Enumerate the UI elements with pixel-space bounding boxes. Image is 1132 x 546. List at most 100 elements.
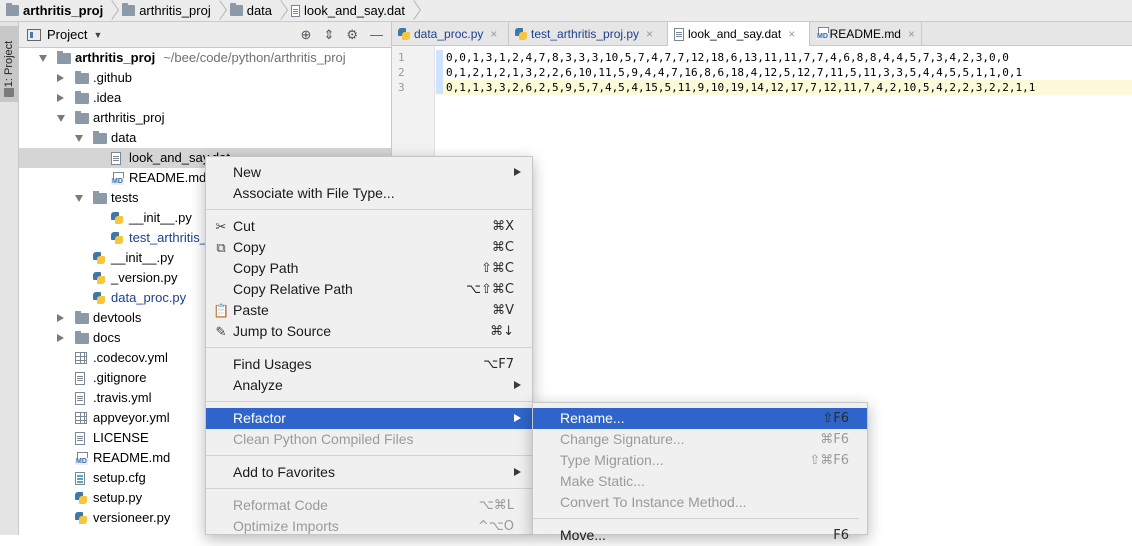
tree-item-name: .gitignore xyxy=(93,370,147,385)
tree-item-name: __init__.py xyxy=(129,210,192,225)
tree-item-label: versioneer.py xyxy=(93,508,170,528)
close-icon[interactable]: × xyxy=(788,27,795,41)
menu-item-new[interactable]: New xyxy=(206,162,532,183)
project-view-icon xyxy=(27,28,41,41)
editor-tab[interactable]: data_proc.py × xyxy=(392,22,509,45)
breadcrumb-separator xyxy=(108,0,116,22)
markdown-file-icon xyxy=(75,452,88,465)
chevron-right-icon[interactable] xyxy=(57,334,64,342)
project-view-selector[interactable]: Project xyxy=(47,27,87,42)
tree-item-label: docs xyxy=(93,328,120,348)
menu-item-label: Reformat Code xyxy=(233,497,328,513)
code-line[interactable]: 0,0,1,3,1,2,4,7,8,3,3,3,10,5,7,4,7,7,12,… xyxy=(446,50,1009,65)
refactor-submenu: Rename... ⇧F6 Change Signature... ⌘F6 Type M… xyxy=(532,402,868,543)
breadcrumb-item[interactable]: data xyxy=(224,0,277,22)
tree-item[interactable]: data xyxy=(19,128,391,148)
menu-item-add-to-favorites[interactable]: Add to Favorites xyxy=(206,462,532,483)
menu-item-label: Cut xyxy=(233,218,255,234)
chevron-down-icon[interactable] xyxy=(57,115,65,122)
python-file-icon xyxy=(75,512,87,524)
file-icon xyxy=(291,4,301,17)
menu-item-rename[interactable]: Rename... ⇧F6 xyxy=(533,408,867,429)
tree-item-name: README.md xyxy=(129,170,207,185)
tree-item-label: README.md xyxy=(129,168,206,188)
tree-item-label: arthritis_proj ~/bee/code/python/arthriti… xyxy=(75,48,346,68)
file-icon xyxy=(75,372,85,385)
menu-item-shortcut: ⌥⇧⌘C xyxy=(466,282,514,297)
close-icon[interactable]: × xyxy=(646,27,653,41)
tree-item-label: .gitignore xyxy=(93,368,146,388)
menu-separator xyxy=(206,401,532,402)
menu-item-shortcut: ⌘V xyxy=(492,303,514,318)
chevron-right-icon[interactable] xyxy=(57,314,64,322)
line-number: 2 xyxy=(398,66,405,79)
chevron-down-icon[interactable] xyxy=(39,55,47,62)
menu-item-copy-path[interactable]: Copy Path ⇧⌘C xyxy=(206,258,532,279)
menu-item-copy[interactable]: ⧉ Copy ⌘C xyxy=(206,237,532,258)
tree-item-label: __init__.py xyxy=(129,208,192,228)
menu-item-associate-with-file-type[interactable]: Associate with File Type... xyxy=(206,183,532,204)
close-icon[interactable]: × xyxy=(490,27,497,41)
menu-separator xyxy=(206,209,532,210)
tree-item[interactable]: .idea xyxy=(19,88,391,108)
hide-panel-icon[interactable]: — xyxy=(370,27,383,42)
menu-item-label: Convert To Instance Method... xyxy=(560,494,747,510)
tree-item-name: setup.py xyxy=(93,490,143,505)
menu-item-refactor[interactable]: Refactor xyxy=(206,408,532,429)
breadcrumb-item[interactable]: look_and_say.dat xyxy=(285,0,410,22)
tree-item[interactable]: arthritis_proj ~/bee/code/python/arthriti… xyxy=(19,48,391,68)
context-menu: New Associate with File Type... ✂ Cut ⌘X ⧉ Cop… xyxy=(205,156,533,535)
close-icon[interactable]: × xyxy=(908,27,915,41)
folder-icon xyxy=(4,88,14,97)
menu-item-shortcut: ⌘↓ xyxy=(490,324,514,339)
tree-item-label: .travis.yml xyxy=(93,388,152,408)
menu-item-label: Associate with File Type... xyxy=(233,185,395,201)
python-file-icon xyxy=(111,232,123,244)
editor-tab[interactable]: README.md × xyxy=(810,22,922,45)
chevron-right-icon[interactable] xyxy=(57,74,64,82)
chevron-down-icon[interactable]: ▼ xyxy=(93,30,102,40)
tree-item-label: __init__.py xyxy=(111,248,174,268)
tree-item[interactable]: arthritis_proj xyxy=(19,108,391,128)
locate-file-icon[interactable]: ⊕ xyxy=(301,27,312,43)
menu-item-paste[interactable]: 📋 Paste ⌘V xyxy=(206,300,532,321)
menu-item-shortcut: ⌘C xyxy=(491,240,514,255)
editor-tab[interactable]: test_arthritis_proj.py × xyxy=(509,22,668,45)
menu-item-analyze[interactable]: Analyze xyxy=(206,375,532,396)
menu-item-shortcut: ⌘F6 xyxy=(820,432,849,447)
gear-icon[interactable]: ⚙ xyxy=(346,27,358,43)
menu-item-cut[interactable]: ✂ Cut ⌘X xyxy=(206,216,532,237)
editor-tab[interactable]: look_and_say.dat × xyxy=(668,22,810,46)
chevron-right-icon[interactable] xyxy=(57,94,64,102)
chevron-down-icon[interactable] xyxy=(75,135,83,142)
breadcrumb-item[interactable]: arthritis_proj xyxy=(0,0,108,22)
tree-item[interactable]: .github xyxy=(19,68,391,88)
breadcrumb-label: arthritis_proj xyxy=(23,3,104,18)
editor-tab-label: README.md xyxy=(829,26,901,41)
python-file-icon xyxy=(75,492,87,504)
menu-item-reformat-code: Reformat Code ⌥⌘L xyxy=(206,495,532,516)
config-file-icon xyxy=(75,472,85,485)
menu-item-move[interactable]: Move... F6 xyxy=(533,525,867,546)
code-line[interactable]: 0,1,2,1,2,1,3,2,2,6,10,11,5,9,4,4,7,16,8… xyxy=(446,65,1022,80)
breadcrumb-item[interactable]: arthritis_proj xyxy=(116,0,216,22)
tree-item-name: .idea xyxy=(93,90,122,105)
code-line[interactable]: 0,1,1,3,3,2,6,2,5,9,5,7,4,5,4,15,5,11,9,… xyxy=(446,80,1035,95)
menu-item-label: Clean Python Compiled Files xyxy=(233,431,414,447)
menu-item-clean-python-compiled-files: Clean Python Compiled Files xyxy=(206,429,532,450)
file-icon xyxy=(75,392,85,405)
chevron-down-icon[interactable] xyxy=(75,195,83,202)
menu-separator xyxy=(206,455,532,456)
menu-item-shortcut: ⌥⌘L xyxy=(478,498,514,513)
collapse-all-icon[interactable]: ⇕ xyxy=(323,27,334,43)
menu-item-copy-relative-path[interactable]: Copy Relative Path ⌥⇧⌘C xyxy=(206,279,532,300)
editor-tab-bar: data_proc.py × test_arthritis_proj.py × look… xyxy=(392,22,1132,46)
folder-icon xyxy=(122,3,136,16)
menu-item-find-usages[interactable]: Find Usages ⌥F7 xyxy=(206,354,532,375)
menu-item-shortcut: ⇧⌘C xyxy=(481,261,514,276)
folder-icon xyxy=(93,131,107,144)
tree-item-label: LICENSE xyxy=(93,428,149,448)
menu-item-jump-to-source[interactable]: ✎ Jump to Source ⌘↓ xyxy=(206,321,532,342)
tool-window-strip: 1: Project xyxy=(0,22,19,535)
chevron-right-icon xyxy=(514,468,521,476)
